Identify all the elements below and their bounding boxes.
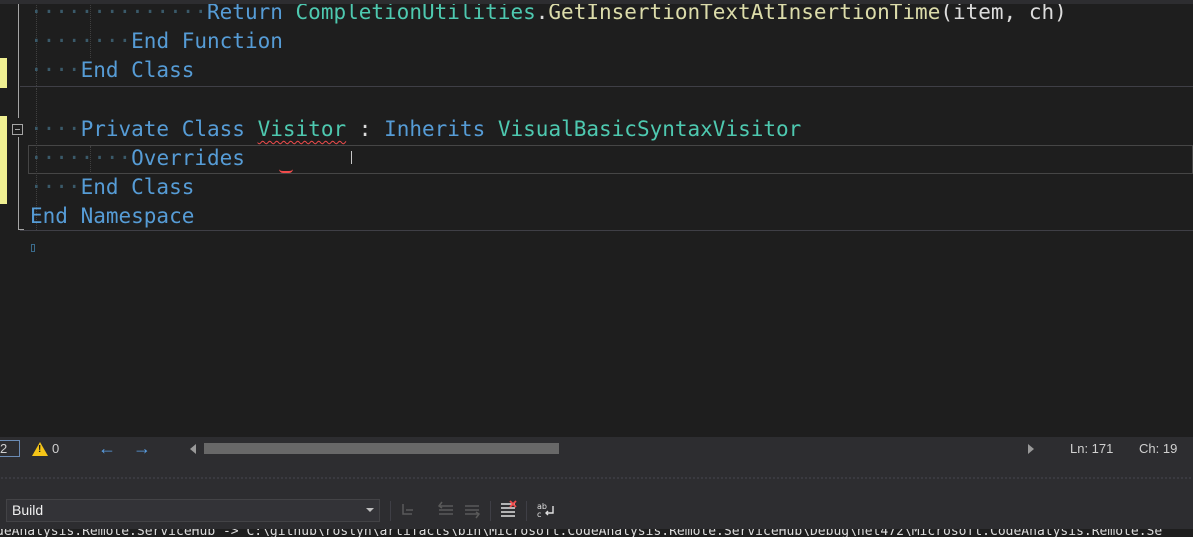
output-pane[interactable]: deAnalysis.Remote.ServiceHub -> C:\githu… xyxy=(0,529,1193,537)
collapse-toggle-icon[interactable] xyxy=(12,124,23,135)
chevron-down-icon xyxy=(366,508,374,512)
zoom-level[interactable]: 2 xyxy=(0,440,20,457)
editor-status-bar: 2 0 ← → Ln: 171 Ch: 19 xyxy=(0,437,1193,461)
word-wrap-icon[interactable]: ab c xyxy=(536,500,556,520)
panel-splitter[interactable] xyxy=(0,461,1193,491)
scrollbar-thumb[interactable] xyxy=(204,443,559,454)
visitor-class-name: Visitor xyxy=(257,117,347,141)
warning-count[interactable]: 0 xyxy=(52,437,59,461)
clear-all-icon[interactable] xyxy=(498,500,518,520)
warning-icon[interactable] xyxy=(32,442,48,456)
code-editor[interactable]: ··············Return CompletionUtilities… xyxy=(0,0,1193,437)
line-number[interactable]: Ln: 171 xyxy=(1070,437,1113,461)
code-line-end-class[interactable]: ····End Class xyxy=(30,56,194,85)
toolbar-separator xyxy=(526,501,527,521)
code-line-end-function[interactable]: ········End Function xyxy=(30,27,283,56)
end-of-file-marker xyxy=(31,244,35,252)
toolbar-separator xyxy=(490,501,491,521)
navigate-back-icon[interactable]: ← xyxy=(98,437,116,461)
text-cursor xyxy=(351,151,352,164)
previous-message-icon[interactable] xyxy=(436,500,456,520)
code-line-end-namespace[interactable]: End Namespace xyxy=(30,202,194,231)
change-indicator xyxy=(0,116,7,204)
output-toolbar: Build ab c xyxy=(0,491,1193,529)
code-line-return[interactable]: ··············Return CompletionUtilities… xyxy=(30,0,1067,27)
change-indicator xyxy=(0,58,7,88)
ide-window: ··············Return CompletionUtilities… xyxy=(0,0,1193,537)
svg-text:c: c xyxy=(537,510,541,519)
outline-line xyxy=(18,137,19,230)
output-source-value: Build xyxy=(12,502,44,518)
outline-line xyxy=(18,0,19,118)
column-number[interactable]: Ch: 19 xyxy=(1139,437,1177,461)
scroll-left-icon[interactable] xyxy=(190,444,196,454)
output-source-select[interactable]: Build xyxy=(6,499,380,522)
code-line-private-class[interactable]: ····Private Class Visitor : Inherits Vis… xyxy=(30,115,801,144)
code-line-end-class-2[interactable]: ····End Class xyxy=(30,173,194,202)
method-separator xyxy=(20,86,1193,87)
navigate-forward-icon[interactable]: → xyxy=(133,437,151,461)
document-tab-strip xyxy=(0,0,1193,4)
find-message-icon[interactable] xyxy=(398,500,418,520)
code-line-overrides[interactable]: ········Overrides xyxy=(30,144,245,173)
toolbar-separator xyxy=(390,501,391,521)
method-separator xyxy=(20,230,1193,231)
scroll-right-icon[interactable] xyxy=(1028,444,1034,454)
next-message-icon[interactable] xyxy=(462,500,482,520)
splitter-grip xyxy=(0,476,1193,480)
error-squiggle xyxy=(279,167,293,173)
output-line: deAnalysis.Remote.ServiceHub -> C:\githu… xyxy=(0,529,1163,537)
